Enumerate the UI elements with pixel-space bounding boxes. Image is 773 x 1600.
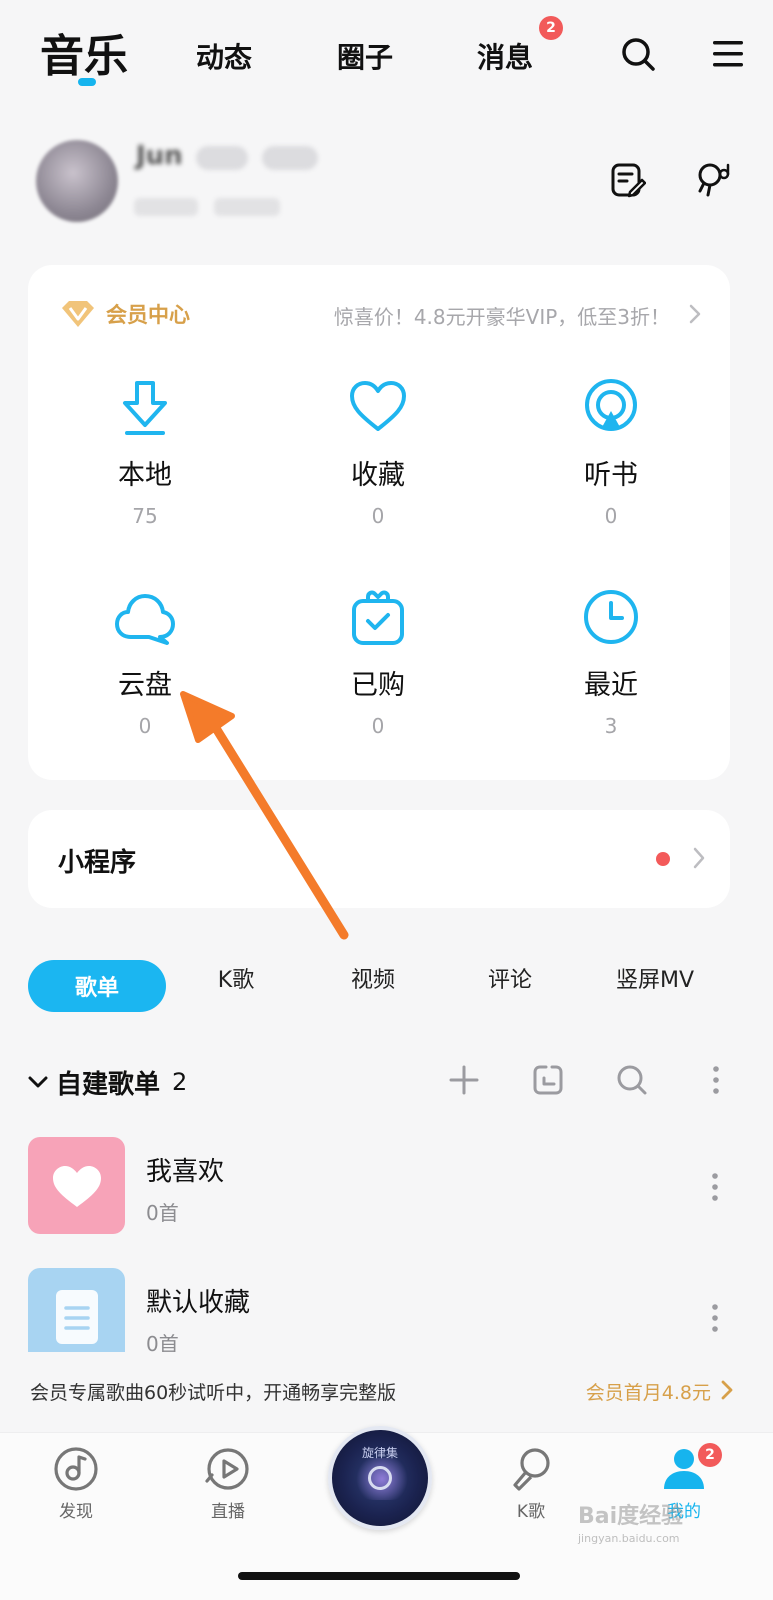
playlist-cover: [28, 1268, 125, 1365]
mini-program-card[interactable]: 小程序: [28, 810, 730, 908]
playlist-item-liked[interactable]: 我喜欢 0首: [28, 1137, 738, 1235]
trial-notice-text: 会员专属歌曲60秒试听中，开通畅享完整版: [30, 1382, 397, 1404]
fans-stats: [214, 198, 280, 216]
grid-item-local[interactable]: 本地 75: [45, 375, 245, 528]
nav-discover[interactable]: 发现: [16, 1445, 136, 1522]
search-playlist-icon[interactable]: [614, 1062, 650, 1098]
import-icon[interactable]: [530, 1062, 566, 1098]
document-icon: [55, 1289, 98, 1344]
chevron-right-icon: [693, 847, 705, 869]
playlist-cover: [28, 1137, 125, 1234]
grid-label: 收藏: [351, 460, 405, 491]
edit-note-icon[interactable]: [608, 160, 648, 200]
avatar[interactable]: [36, 140, 118, 222]
grid-label: 云盘: [118, 670, 172, 701]
more-vertical-icon[interactable]: [700, 1169, 730, 1205]
grid-count: 75: [132, 504, 158, 528]
playlist-name: 我喜欢: [146, 1157, 225, 1187]
vip-center-title: 会员中心: [106, 303, 190, 327]
grid-count: 3: [604, 714, 618, 738]
playlist-section-title: 自建歌单: [56, 1069, 161, 1100]
menu-icon[interactable]: [708, 34, 748, 74]
tab-music[interactable]: 音乐: [40, 20, 128, 84]
grid-label: 最近: [584, 670, 638, 701]
grid-count: 0: [604, 504, 618, 528]
grid-item-purchased[interactable]: 已购 0: [278, 585, 478, 738]
download-icon: [123, 381, 167, 435]
chevron-down-icon[interactable]: [28, 1075, 48, 1089]
playlist-section-header[interactable]: 自建歌单 2: [28, 1062, 187, 1102]
audiobook-icon: [585, 379, 637, 431]
notification-dot: [656, 852, 670, 866]
grid-item-recent[interactable]: 最近 3: [511, 585, 711, 738]
grid-count: 0: [138, 714, 152, 738]
playlist-song-count: 0首: [146, 1201, 179, 1225]
playlist-name: 默认收藏: [146, 1288, 251, 1318]
playlist-section-count: 2: [172, 1068, 188, 1096]
music-note-disc-icon: [54, 1447, 98, 1491]
grid-label: 听书: [584, 460, 638, 491]
grid-label: 已购: [351, 670, 405, 701]
more-vertical-icon[interactable]: [698, 1062, 734, 1098]
watermark-url: jingyan.baidu.com: [578, 1532, 680, 1545]
vip-first-month-link[interactable]: 会员首月4.8元: [586, 1378, 711, 1405]
top-nav: 音乐 动态 圈子 消息 2: [0, 0, 773, 110]
tab-messages[interactable]: 消息: [477, 36, 533, 76]
nav-label: 直播: [211, 1502, 245, 1522]
tab-feed[interactable]: 动态: [196, 36, 252, 76]
search-icon[interactable]: [618, 34, 658, 74]
tab-karaoke[interactable]: K歌: [214, 962, 258, 994]
singer-mic-icon[interactable]: [694, 160, 734, 200]
vip-card: 会员中心 惊喜价！4.8元开豪华VIP，低至3折！ 本地 75 收藏 0 听书 …: [28, 265, 730, 780]
grid-item-audiobook[interactable]: 听书 0: [511, 375, 711, 528]
level-badge: [262, 146, 318, 170]
follow-stats: [134, 198, 198, 216]
grid-item-cloud[interactable]: 云盘 0: [45, 585, 245, 738]
trial-notice-bar: 会员专属歌曲60秒试听中，开通畅享完整版 会员首月4.8元: [0, 1352, 773, 1430]
chevron-right-icon[interactable]: [688, 303, 702, 325]
add-icon[interactable]: [446, 1062, 482, 1098]
tab-circle[interactable]: 圈子: [337, 36, 393, 76]
vip-promo-text[interactable]: 惊喜价！4.8元开豪华VIP，低至3折！: [334, 301, 670, 330]
tab-vertical-mv[interactable]: 竖屏MV: [610, 962, 700, 994]
home-indicator: [238, 1572, 520, 1580]
now-playing-disc[interactable]: 旋律集: [328, 1426, 432, 1530]
grid-count: 0: [371, 714, 385, 738]
live-play-icon: [205, 1448, 249, 1490]
karaoke-mic-icon: [513, 1448, 550, 1491]
purchased-bag-icon: [352, 590, 404, 645]
tab-playlists[interactable]: 歌单: [28, 960, 166, 1012]
vip-level-badge: [196, 146, 248, 170]
grid-item-favorites[interactable]: 收藏 0: [278, 375, 478, 528]
tab-comments[interactable]: 评论: [486, 962, 534, 994]
grid-count: 0: [371, 504, 385, 528]
tab-videos[interactable]: 视频: [349, 962, 397, 994]
disc-art-text: 旋律集: [361, 1446, 398, 1460]
heart-icon: [350, 381, 406, 431]
nav-karaoke[interactable]: K歌: [471, 1445, 591, 1522]
cloud-icon: [115, 594, 175, 645]
vip-center-link[interactable]: 会员中心: [60, 299, 190, 329]
more-vertical-icon[interactable]: [700, 1300, 730, 1336]
heart-icon: [52, 1165, 101, 1207]
profile-username[interactable]: Jun: [136, 141, 183, 171]
vip-diamond-icon: [62, 301, 94, 327]
nav-label: 发现: [59, 1502, 93, 1522]
clock-icon: [584, 590, 638, 644]
mine-badge: 2: [698, 1443, 722, 1467]
nav-live[interactable]: 直播: [168, 1445, 288, 1522]
nav-label: K歌: [516, 1502, 546, 1522]
mini-program-title: 小程序: [58, 848, 137, 878]
chevron-right-icon[interactable]: [721, 1380, 733, 1400]
messages-badge: 2: [539, 16, 563, 40]
grid-label: 本地: [118, 460, 172, 491]
disc-center-ring: [368, 1466, 392, 1490]
watermark-logo: Bai度经验: [578, 1504, 684, 1529]
active-tab-indicator: [78, 78, 96, 86]
